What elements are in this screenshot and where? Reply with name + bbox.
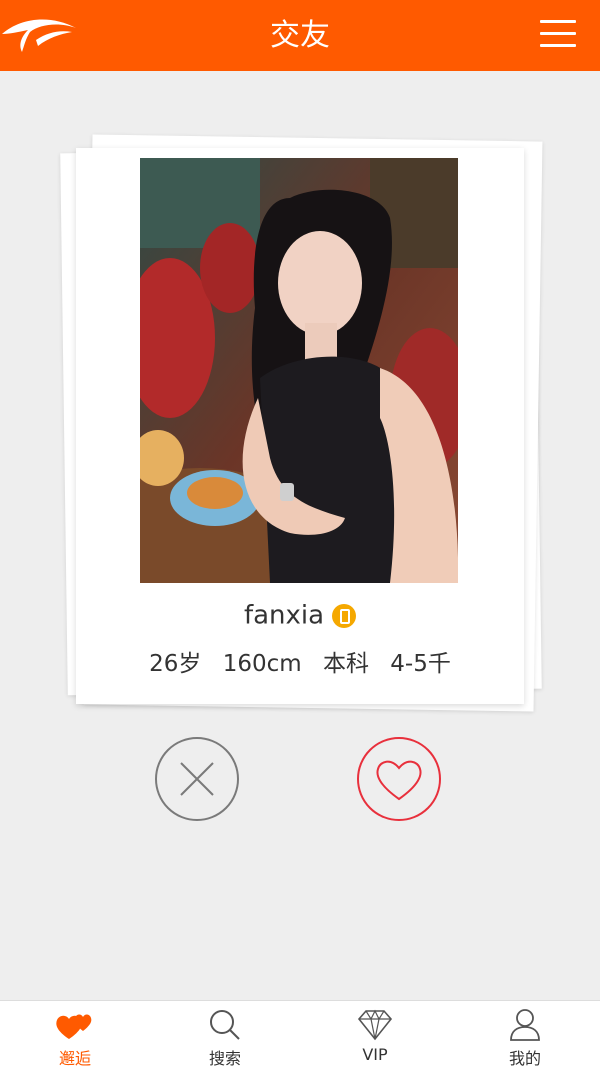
tab-vip[interactable]: VIP — [300, 1001, 450, 1071]
tab-label: 邂逅 — [58, 1049, 91, 1068]
hamburger-menu-icon[interactable] — [540, 20, 576, 50]
like-button[interactable] — [357, 737, 441, 821]
tab-mine[interactable]: 我的 — [450, 1001, 600, 1071]
diamond-icon — [357, 1009, 393, 1041]
profile-photo[interactable] — [140, 158, 458, 583]
search-icon — [210, 1010, 240, 1040]
phone-verified-badge-icon — [332, 603, 357, 628]
tab-label: VIP — [362, 1045, 388, 1064]
bottom-tab-bar: 邂逅 搜索 VIP 我的 — [0, 1000, 600, 1071]
heart-icon — [376, 760, 422, 801]
hearts-icon — [56, 1014, 92, 1039]
profile-name-row: fanxia — [76, 600, 524, 640]
profile-card[interactable]: fanxia 26岁 160cm 本科 4-5千 — [76, 148, 524, 704]
profile-education: 本科 — [322, 651, 369, 677]
pass-button[interactable] — [155, 737, 239, 821]
tab-label: 我的 — [508, 1049, 541, 1068]
user-icon — [510, 1009, 540, 1041]
page-title: 交友 — [270, 18, 330, 53]
app-header: 交友 — [0, 0, 600, 71]
profile-income: 4-5千 — [390, 651, 451, 677]
tab-search[interactable]: 搜索 — [150, 1001, 300, 1071]
profile-age: 26岁 — [149, 651, 202, 677]
tab-label: 搜索 — [208, 1049, 241, 1068]
profile-name: fanxia — [243, 600, 325, 631]
profile-info-row: 26岁 160cm 本科 4-5千 — [76, 644, 524, 677]
tab-encounter[interactable]: 邂逅 — [0, 1001, 150, 1071]
profile-height: 160cm — [222, 651, 302, 677]
close-x-icon — [180, 762, 214, 796]
